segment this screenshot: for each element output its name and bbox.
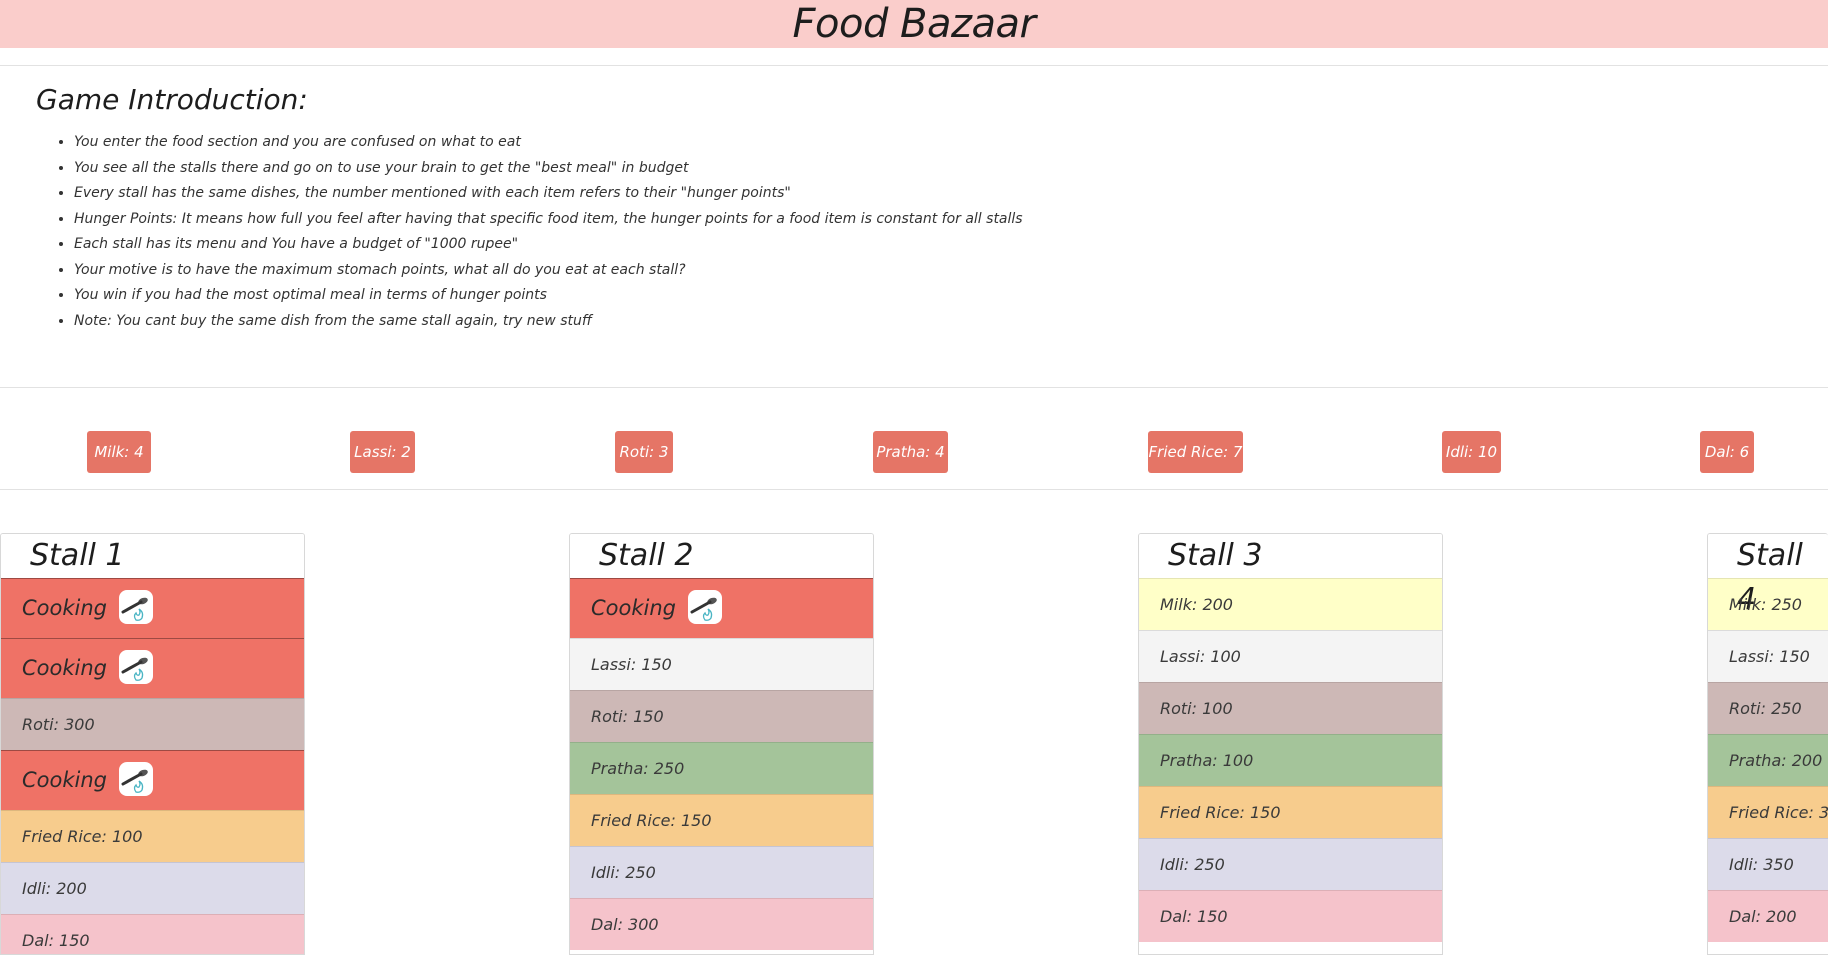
cooking-item: Cooking (1, 638, 304, 698)
stall-1-card: Stall 1 Cooking Cooking Roti: 300 Cookin… (0, 533, 305, 955)
cooking-label: Cooking (22, 596, 107, 620)
menu-item-fried-rice[interactable]: Fried Rice: 350 (1708, 786, 1828, 838)
menu-item-idli[interactable]: Idli: 250 (1139, 838, 1442, 890)
menu-item-roti[interactable]: Roti: 300 (1, 698, 304, 750)
intro-item: Each stall has its menu and You have a b… (74, 232, 1736, 258)
stall-title: Stall 1 (1, 534, 304, 578)
cooking-item: Cooking (1, 578, 304, 638)
hunger-points-dal[interactable]: Dal: 6 (1700, 431, 1754, 473)
intro-item: Hunger Points: It means how full you fee… (74, 207, 1736, 233)
menu-item-roti[interactable]: Roti: 150 (570, 690, 873, 742)
menu-item-dal[interactable]: Dal: 300 (570, 898, 873, 950)
hunger-points-idli[interactable]: Idli: 10 (1442, 431, 1501, 473)
stall-title: Stall 3 (1139, 534, 1442, 578)
hunger-points-pratha[interactable]: Pratha: 4 (873, 431, 948, 473)
menu-item-fried-rice[interactable]: Fried Rice: 150 (1139, 786, 1442, 838)
menu-item-fried-rice[interactable]: Fried Rice: 100 (1, 810, 304, 862)
cooking-item: Cooking (570, 578, 873, 638)
menu-item-milk[interactable]: Milk: 250 (1708, 578, 1828, 630)
menu-item-dal[interactable]: Dal: 150 (1139, 890, 1442, 942)
intro-item: Note: You cant buy the same dish from th… (74, 309, 1736, 335)
stall-title: Stall 2 (570, 534, 873, 578)
stall-title: Stall 4 (1708, 534, 1828, 617)
frying-pan-icon (688, 590, 722, 624)
menu-item-fried-rice[interactable]: Fried Rice: 150 (570, 794, 873, 846)
stall-3-card: Stall 3 Milk: 200 Lassi: 100 Roti: 100 P… (1138, 533, 1443, 955)
divider (0, 65, 1828, 66)
menu-item-lassi[interactable]: Lassi: 150 (570, 638, 873, 690)
divider (0, 387, 1828, 388)
cooking-label: Cooking (22, 768, 107, 792)
cooking-item: Cooking (1, 750, 304, 810)
menu-item-milk[interactable]: Milk: 200 (1139, 578, 1442, 630)
game-introduction: Game Introduction: You enter the food se… (36, 80, 1736, 334)
intro-item: You see all the stalls there and go on t… (74, 156, 1736, 182)
intro-item: You enter the food section and you are c… (74, 130, 1736, 156)
menu-item-idli[interactable]: Idli: 250 (570, 846, 873, 898)
menu-item-pratha[interactable]: Pratha: 200 (1708, 734, 1828, 786)
hunger-points-roti[interactable]: Roti: 3 (615, 431, 673, 473)
menu-item-pratha[interactable]: Pratha: 250 (570, 742, 873, 794)
stall-2-card: Stall 2 Cooking Lassi: 150 Roti: 150 Pra… (569, 533, 874, 955)
stall-4-card: Stall 4 Milk: 250 Lassi: 150 Roti: 250 P… (1707, 533, 1828, 955)
menu-item-roti[interactable]: Roti: 250 (1708, 682, 1828, 734)
menu-item-idli[interactable]: Idli: 350 (1708, 838, 1828, 890)
frying-pan-icon (119, 762, 153, 796)
frying-pan-icon (119, 650, 153, 684)
page-title: Food Bazaar (792, 1, 1036, 47)
menu-item-lassi[interactable]: Lassi: 100 (1139, 630, 1442, 682)
cooking-label: Cooking (22, 656, 107, 680)
intro-heading: Game Introduction: (36, 83, 308, 116)
hunger-points-fried-rice[interactable]: Fried Rice: 7 (1148, 431, 1243, 473)
intro-item: Your motive is to have the maximum stoma… (74, 258, 1736, 284)
intro-item: You win if you had the most optimal meal… (74, 283, 1736, 309)
title-bar: Food Bazaar (0, 0, 1828, 48)
menu-item-roti[interactable]: Roti: 100 (1139, 682, 1442, 734)
menu-item-dal[interactable]: Dal: 200 (1708, 890, 1828, 942)
cooking-label: Cooking (591, 596, 676, 620)
menu-item-pratha[interactable]: Pratha: 100 (1139, 734, 1442, 786)
hunger-points-lassi[interactable]: Lassi: 2 (350, 431, 415, 473)
intro-item: Every stall has the same dishes, the num… (74, 181, 1736, 207)
menu-item-idli[interactable]: Idli: 200 (1, 862, 304, 914)
menu-item-lassi[interactable]: Lassi: 150 (1708, 630, 1828, 682)
intro-list: You enter the food section and you are c… (36, 130, 1736, 334)
hunger-points-milk[interactable]: Milk: 4 (87, 431, 151, 473)
menu-item-dal[interactable]: Dal: 150 (1, 914, 304, 954)
divider (0, 489, 1828, 490)
frying-pan-icon (119, 590, 153, 624)
